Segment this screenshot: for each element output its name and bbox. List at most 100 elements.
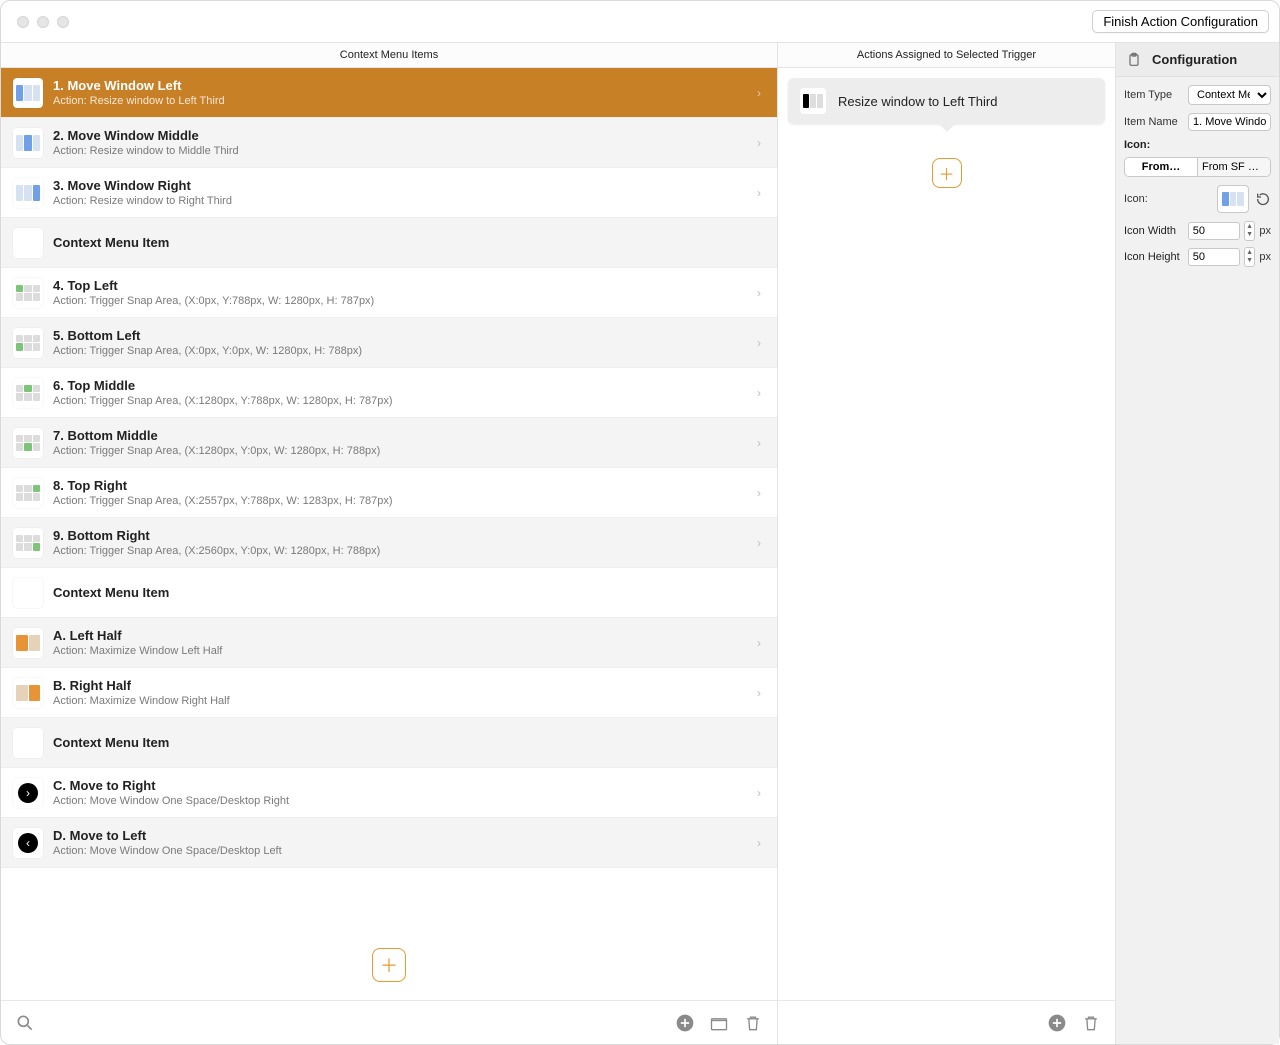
item-subtitle: Action: Resize window to Right Third bbox=[53, 195, 757, 207]
item-name-input[interactable] bbox=[1188, 113, 1271, 131]
arrow-right-icon: › bbox=[13, 778, 43, 808]
list-item[interactable]: 4. Top Left Action: Trigger Snap Area, (X… bbox=[1, 268, 777, 318]
item-title: Context Menu Item bbox=[53, 585, 765, 600]
item-subtitle: Action: Resize window to Middle Third bbox=[53, 145, 757, 157]
grid-tm-icon bbox=[13, 378, 43, 408]
half-left-icon bbox=[13, 628, 43, 658]
list-item[interactable]: Context Menu Item bbox=[1, 218, 777, 268]
minimize-window-icon[interactable] bbox=[37, 16, 49, 28]
item-subtitle: Action: Trigger Snap Area, (X:0px, Y:0px… bbox=[53, 345, 757, 357]
list-item[interactable]: 7. Bottom MiddleAction: Trigger Snap Are… bbox=[1, 418, 777, 468]
trash-icon[interactable] bbox=[1081, 1013, 1101, 1033]
icon-width-input[interactable] bbox=[1188, 222, 1240, 240]
list-item[interactable]: 1. Move Window LeftAction: Resize window… bbox=[1, 68, 777, 118]
icon-height-label: Icon Height bbox=[1124, 251, 1184, 263]
item-title: Context Menu Item bbox=[53, 735, 765, 750]
chevron-right-icon: › bbox=[757, 86, 761, 100]
list-item[interactable]: A. Left HalfAction: Maximize Window Left… bbox=[1, 618, 777, 668]
item-title: 4. Top Left bbox=[53, 278, 757, 293]
configuration-panel: Configuration Item Type Context Menu… It… bbox=[1116, 43, 1279, 1044]
list-item[interactable]: 6. Top MiddleAction: Trigger Snap Area, … bbox=[1, 368, 777, 418]
icon-section-label: Icon: bbox=[1124, 139, 1271, 151]
item-type-select[interactable]: Context Menu… bbox=[1188, 85, 1271, 105]
item-title: 9. Bottom Right bbox=[53, 528, 757, 543]
chevron-right-icon: › bbox=[757, 286, 761, 300]
window-controls bbox=[11, 16, 69, 28]
chevron-right-icon: › bbox=[757, 486, 761, 500]
list-item[interactable]: ‹D. Move to LeftAction: Move Window One … bbox=[1, 818, 777, 868]
reset-icon[interactable] bbox=[1255, 191, 1271, 207]
chevron-right-icon: › bbox=[757, 336, 761, 350]
blank-icon bbox=[13, 228, 43, 258]
chevron-right-icon: › bbox=[757, 136, 761, 150]
arrow-left-icon: ‹ bbox=[13, 828, 43, 858]
chevron-right-icon: › bbox=[757, 836, 761, 850]
mid-footer bbox=[778, 1000, 1115, 1044]
titlebar: Finish Action Configuration bbox=[1, 1, 1279, 43]
trash-icon[interactable] bbox=[743, 1013, 763, 1033]
left-footer bbox=[1, 1000, 777, 1044]
list-item[interactable]: Context Menu Item bbox=[1, 568, 777, 618]
add-circle-icon[interactable] bbox=[1047, 1013, 1067, 1033]
list-item[interactable]: 8. Top Right Action: Trigger Snap Area, (… bbox=[1, 468, 777, 518]
item-title: 1. Move Window Left bbox=[53, 78, 757, 93]
chevron-right-icon: › bbox=[757, 536, 761, 550]
configuration-header: Configuration bbox=[1116, 43, 1279, 77]
icon-height-stepper[interactable]: ▲▼ bbox=[1244, 247, 1256, 267]
icon-height-unit: px bbox=[1259, 251, 1271, 263]
list-item[interactable]: 2. Move Window MiddleAction: Resize wind… bbox=[1, 118, 777, 168]
item-title: B. Right Half bbox=[53, 678, 757, 693]
icon-source-segmented[interactable]: From… From SF Symbols bbox=[1124, 157, 1271, 177]
chevron-right-icon: › bbox=[757, 186, 761, 200]
finish-action-configuration-button[interactable]: Finish Action Configuration bbox=[1092, 10, 1269, 33]
resize-left-third-icon bbox=[800, 88, 826, 114]
icon-width-stepper[interactable]: ▲▼ bbox=[1244, 221, 1256, 241]
search-icon[interactable] bbox=[15, 1013, 35, 1033]
list-item[interactable]: Context Menu Item bbox=[1, 718, 777, 768]
close-window-icon[interactable] bbox=[17, 16, 29, 28]
grid-tr-icon bbox=[13, 478, 43, 508]
chevron-right-icon: › bbox=[757, 786, 761, 800]
icon-preview[interactable] bbox=[1217, 185, 1249, 213]
item-title: 8. Top Right bbox=[53, 478, 757, 493]
item-title: 5. Bottom Left bbox=[53, 328, 757, 343]
list-item[interactable]: 9. Bottom Right Action: Trigger Snap Area… bbox=[1, 518, 777, 568]
item-subtitle: Action: Trigger Snap Area, (X:2557px, Y:… bbox=[53, 495, 757, 507]
assigned-action-card[interactable]: Resize window to Left Third bbox=[788, 78, 1105, 124]
chevron-right-icon: › bbox=[757, 386, 761, 400]
thirds-mid-icon bbox=[13, 128, 43, 158]
grid-tl-icon bbox=[13, 278, 43, 308]
list-item[interactable]: B. Right Half Action: Maximize Window Rig… bbox=[1, 668, 777, 718]
icon-height-input[interactable] bbox=[1188, 248, 1240, 266]
item-subtitle: Action: Move Window One Space/Desktop Le… bbox=[53, 845, 757, 857]
list-item[interactable]: 5. Bottom Left Action: Trigger Snap Area,… bbox=[1, 318, 777, 368]
add-circle-icon[interactable] bbox=[675, 1013, 695, 1033]
list-item[interactable]: ›C. Move to RightAction: Move Window One… bbox=[1, 768, 777, 818]
blank-noicon-icon bbox=[13, 578, 43, 608]
item-subtitle: Action: Maximize Window Right Half bbox=[53, 695, 757, 707]
assigned-actions-panel: Actions Assigned to Selected Trigger Res… bbox=[778, 43, 1116, 1044]
chevron-right-icon: › bbox=[757, 436, 761, 450]
mid-column-header: Actions Assigned to Selected Trigger bbox=[778, 43, 1115, 68]
icon-source-from-button[interactable]: From… bbox=[1125, 158, 1198, 176]
item-subtitle: Action: Trigger Snap Area, (X:0px, Y:788… bbox=[53, 295, 757, 307]
icon-width-unit: px bbox=[1259, 225, 1271, 237]
blank-icon bbox=[13, 728, 43, 758]
grid-br-icon bbox=[13, 528, 43, 558]
list-item[interactable]: 3. Move Window RightAction: Resize windo… bbox=[1, 168, 777, 218]
icon-source-sf-symbols-button[interactable]: From SF Symbols bbox=[1198, 158, 1270, 176]
assigned-action-label: Resize window to Left Third bbox=[838, 94, 997, 109]
chevron-right-icon: › bbox=[757, 636, 761, 650]
folder-icon[interactable] bbox=[709, 1013, 729, 1033]
item-title: Context Menu Item bbox=[53, 235, 765, 250]
grid-bl-icon bbox=[13, 328, 43, 358]
context-menu-items-panel: Context Menu Items 1. Move Window LeftAc… bbox=[1, 43, 778, 1044]
item-subtitle: Action: Trigger Snap Area, (X:2560px, Y:… bbox=[53, 545, 757, 557]
chevron-right-icon: › bbox=[757, 686, 761, 700]
add-assigned-action-button[interactable]: ＋ bbox=[932, 158, 962, 188]
context-menu-items-list[interactable]: 1. Move Window Left Action: Resize window… bbox=[1, 68, 777, 930]
item-title: 7. Bottom Middle bbox=[53, 428, 757, 443]
zoom-window-icon[interactable] bbox=[57, 16, 69, 28]
add-context-menu-item-button[interactable]: ＋ bbox=[372, 948, 406, 982]
item-title: A. Left Half bbox=[53, 628, 757, 643]
